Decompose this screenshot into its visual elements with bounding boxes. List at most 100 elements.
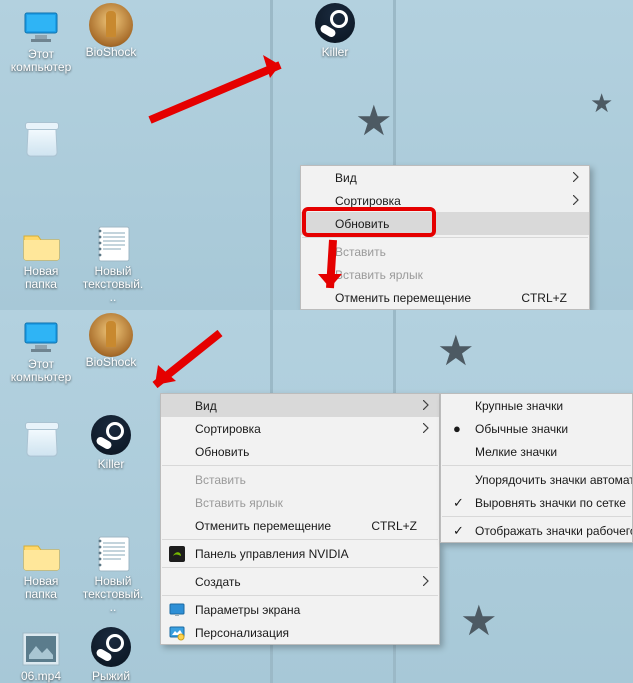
desktop-icon-new-doc[interactable]: Новый текстовый... (82, 535, 144, 614)
menu-label: Мелкие значки (475, 445, 557, 459)
menu-item-paste: Вставить (301, 240, 589, 263)
folder-icon (17, 225, 65, 263)
menu-label: Вид (195, 399, 217, 413)
bioshock-icon (87, 316, 135, 354)
menu-item-refresh[interactable]: Обновить (301, 212, 589, 235)
icon-label: Этот компьютер (10, 48, 72, 74)
folder-icon (17, 535, 65, 573)
menu-shortcut: CTRL+Z (521, 291, 567, 305)
menu-label: Обычные значки (475, 422, 568, 436)
desktop-icon-video[interactable]: 06.mp4 (10, 630, 72, 683)
desktop-icon-recycle[interactable] (10, 418, 72, 458)
menu-item-view[interactable]: Вид (301, 166, 589, 189)
menu-item-undo-move[interactable]: Отменить перемещение CTRL+Z (161, 514, 439, 537)
menu-item-display-settings[interactable]: Параметры экрана (161, 598, 439, 621)
icon-label: Новый текстовый... (82, 575, 144, 614)
recycle-bin-icon (17, 418, 65, 456)
menu-item-sort[interactable]: Сортировка (161, 417, 439, 440)
menu-separator (162, 539, 438, 540)
menu-label: Выровнять значки по сетке (475, 496, 626, 510)
submenu-arrow-icon (573, 194, 579, 208)
context-menu: Вид Сортировка Обновить Вставить Вставит… (300, 165, 590, 310)
submenu-item-auto-arrange[interactable]: Упорядочить значки автомат (441, 468, 632, 491)
menu-item-view[interactable]: Вид (161, 394, 439, 417)
menu-shortcut: CTRL+Z (371, 519, 417, 533)
menu-item-nvidia[interactable]: Панель управления NVIDIA (161, 542, 439, 565)
bioshock-icon (87, 6, 135, 44)
menu-item-personalize[interactable]: Персонализация (161, 621, 439, 644)
menu-label: Сортировка (335, 194, 401, 208)
menu-label: Обновить (335, 217, 389, 231)
submenu-arrow-icon (423, 422, 429, 436)
menu-item-undo-move[interactable]: Отменить перемещение CTRL+Z (301, 286, 589, 309)
desktop-icon-computer[interactable]: Этот компьютер (10, 8, 72, 74)
menu-label: Вставить (195, 473, 246, 487)
menu-label: Вставить (335, 245, 386, 259)
desktop-icon-new-folder[interactable]: Новая папка (10, 535, 72, 601)
steam-icon (311, 6, 359, 44)
icon-label: Новая папка (10, 575, 72, 601)
menu-label: Отображать значки рабочего (475, 524, 633, 538)
video-thumb-icon (17, 630, 65, 668)
nvidia-icon (169, 546, 185, 562)
wallpaper-line (270, 0, 273, 310)
desktop-icon-bioshock[interactable]: BioShock (80, 6, 142, 59)
menu-item-paste: Вставить (161, 468, 439, 491)
menu-item-paste-shortcut: Вставить ярлык (301, 263, 589, 286)
menu-label: Сортировка (195, 422, 261, 436)
icon-label: Рыжий (80, 670, 142, 683)
submenu-view: Крупные значки ● Обычные значки Мелкие зн… (440, 393, 633, 543)
desktop-icon-killer[interactable]: Killer (304, 6, 366, 59)
personalize-icon (169, 625, 185, 641)
icon-label: Этот компьютер (10, 358, 72, 384)
steam-icon (87, 630, 135, 668)
computer-icon (17, 318, 65, 356)
icon-label: Новый текстовый... (82, 265, 144, 304)
submenu-arrow-icon (573, 171, 579, 185)
wallpaper-star-icon: ★ (590, 90, 613, 116)
menu-label: Параметры экрана (195, 603, 300, 617)
radio-dot-icon: ● (453, 421, 461, 436)
menu-label: Отменить перемещение (335, 291, 471, 305)
menu-label: Отменить перемещение (195, 519, 331, 533)
display-icon (169, 602, 185, 618)
menu-label: Персонализация (195, 626, 289, 640)
menu-separator (442, 465, 631, 466)
submenu-item-align-grid[interactable]: ✓Выровнять значки по сетке (441, 491, 632, 514)
menu-label: Панель управления NVIDIA (195, 547, 349, 561)
text-doc-icon (89, 225, 137, 263)
text-doc-icon (89, 535, 137, 573)
icon-label: BioShock (80, 356, 142, 369)
submenu-item-medium-icons[interactable]: ● Обычные значки (441, 417, 632, 440)
desktop-icon-ryzhiy[interactable]: Рыжий (80, 630, 142, 683)
menu-separator (302, 237, 588, 238)
icon-label: 06.mp4 (10, 670, 72, 683)
submenu-item-large-icons[interactable]: Крупные значки (441, 394, 632, 417)
menu-item-sort[interactable]: Сортировка (301, 189, 589, 212)
menu-item-create[interactable]: Создать (161, 570, 439, 593)
menu-separator (162, 465, 438, 466)
menu-item-refresh[interactable]: Обновить (161, 440, 439, 463)
menu-label: Упорядочить значки автомат (475, 473, 633, 487)
context-menu: Вид Сортировка Обновить Вставить Вставит… (160, 393, 440, 645)
desktop-icon-computer[interactable]: Этот компьютер (10, 318, 72, 384)
menu-label: Вставить ярлык (335, 268, 423, 282)
desktop-icon-bioshock[interactable]: BioShock (80, 316, 142, 369)
computer-icon (17, 8, 65, 46)
icon-label: Killer (80, 458, 142, 471)
submenu-arrow-icon (423, 575, 429, 589)
menu-label: Крупные значки (475, 399, 563, 413)
wallpaper-star-icon: ★ (355, 100, 393, 142)
desktop-icon-new-folder[interactable]: Новая папка (10, 225, 72, 291)
menu-label: Вставить ярлык (195, 496, 283, 510)
menu-separator (442, 516, 631, 517)
submenu-item-small-icons[interactable]: Мелкие значки (441, 440, 632, 463)
submenu-item-show-icons[interactable]: ✓Отображать значки рабочего (441, 519, 632, 542)
desktop-icon-new-doc[interactable]: Новый текстовый... (82, 225, 144, 304)
desktop-icon-recycle[interactable] (10, 118, 72, 158)
submenu-arrow-icon (423, 399, 429, 413)
desktop-bottom: ★ ★ Этот компьютер BioShock Killer Новая… (0, 310, 633, 683)
desktop-icon-killer[interactable]: Killer (80, 418, 142, 471)
menu-separator (162, 567, 438, 568)
menu-label: Обновить (195, 445, 249, 459)
